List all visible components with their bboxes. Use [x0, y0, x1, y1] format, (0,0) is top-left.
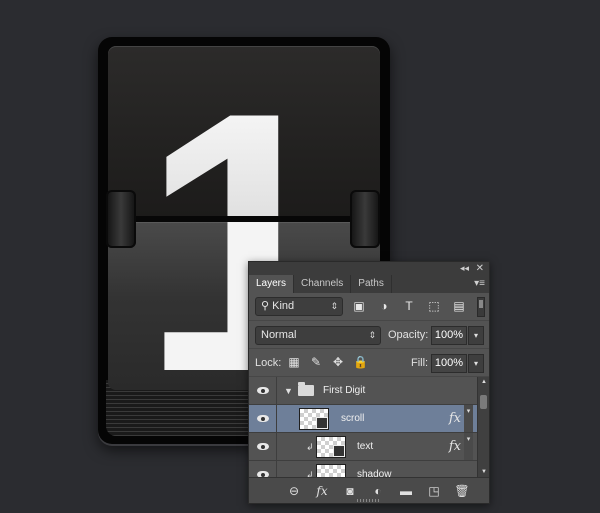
- effects-expand-icon[interactable]: ▾: [464, 405, 473, 432]
- fill-label: Fill:: [411, 357, 429, 369]
- fill-input[interactable]: 100%: [431, 354, 467, 373]
- smart-object-badge-icon: [333, 445, 345, 457]
- lock-row: Lock: ▦ ✎ ✥ 🔒 Fill: 100% ▾: [249, 349, 489, 377]
- panel-footer: ⊖ fx ◙ ◐ ▬ ◳ 🗑: [249, 477, 489, 503]
- layer-thumbnail: [316, 436, 346, 458]
- clipping-mask-icon: ↲: [306, 442, 314, 452]
- smart-object-filter-icon[interactable]: ▤: [451, 298, 467, 314]
- filter-toggle-switch[interactable]: [477, 297, 485, 317]
- shape-layer-filter-icon[interactable]: ⬚: [426, 298, 442, 314]
- layer-thumbnail: [299, 408, 329, 430]
- expand-arrow-icon[interactable]: ▼: [284, 386, 293, 396]
- scroll-down-icon[interactable]: ▼: [481, 469, 487, 475]
- eye-icon: [257, 415, 269, 422]
- layer-name: shadow: [357, 469, 392, 477]
- search-icon: ⚲: [261, 300, 270, 312]
- resize-grip[interactable]: [357, 499, 381, 502]
- layer-row-first-digit[interactable]: ▼ First Digit: [249, 377, 477, 405]
- select-arrow-icon: ⇕: [368, 330, 376, 340]
- scroll-thumb[interactable]: [480, 395, 487, 409]
- double-chevron-right-icon[interactable]: ◂◂: [460, 263, 469, 274]
- opacity-dropdown-icon[interactable]: ▾: [468, 326, 484, 345]
- tab-layers[interactable]: Layers: [249, 275, 295, 293]
- layer-list-scrollbar[interactable]: ▲ ▼: [477, 377, 489, 477]
- smart-object-badge-icon: [316, 417, 328, 429]
- layer-row-scroll[interactable]: scroll fx ▾: [249, 405, 477, 433]
- tab-paths[interactable]: Paths: [351, 275, 392, 293]
- eye-icon: [257, 443, 269, 450]
- fill-dropdown-icon[interactable]: ▾: [468, 354, 484, 373]
- pixel-layer-filter-icon[interactable]: ▣: [351, 298, 367, 314]
- add-layer-style-icon[interactable]: fx: [313, 483, 331, 499]
- close-icon[interactable]: ✕: [476, 263, 484, 274]
- new-adjustment-layer-icon[interactable]: ◐: [369, 483, 387, 499]
- hinge-left: [106, 190, 136, 248]
- visibility-toggle[interactable]: [249, 405, 277, 433]
- layer-effects-icon[interactable]: fx: [449, 411, 461, 426]
- link-layers-icon[interactable]: ⊖: [285, 483, 303, 499]
- lock-transparent-pixels-icon[interactable]: ▦: [287, 355, 301, 369]
- layer-row-shadow[interactable]: ↲ shadow: [249, 461, 477, 477]
- lock-label: Lock:: [255, 357, 282, 369]
- flip-digit-top: 1: [108, 58, 380, 219]
- flip-card-top-half: 1: [108, 46, 380, 218]
- type-layer-filter-icon[interactable]: T: [401, 298, 417, 314]
- panel-titlebar[interactable]: ◂◂ ✕: [249, 262, 489, 275]
- opacity-input[interactable]: 100%: [431, 326, 467, 345]
- add-mask-icon[interactable]: ◙: [341, 483, 359, 499]
- visibility-toggle[interactable]: [249, 461, 277, 477]
- panel-tab-bar: Layers Channels Paths ▾≡: [249, 275, 489, 293]
- lock-all-icon[interactable]: 🔒: [353, 355, 368, 369]
- layer-thumbnail: [316, 464, 346, 477]
- filter-kind-select[interactable]: ⚲ Kind ⇕: [255, 297, 343, 316]
- layer-list[interactable]: ▼ First Digit scroll fx ▾ ↲ text fx ▾ ↲ …: [249, 377, 477, 477]
- layer-row-text[interactable]: ↲ text fx ▾: [249, 433, 477, 461]
- hinge-right: [350, 190, 380, 248]
- visibility-toggle[interactable]: [249, 377, 277, 405]
- adjustment-layer-filter-icon[interactable]: ◑: [376, 298, 392, 314]
- delete-layer-icon[interactable]: 🗑: [453, 483, 471, 499]
- layer-name: text: [357, 441, 374, 452]
- lock-position-icon[interactable]: ✥: [331, 355, 345, 369]
- blend-row: Normal ⇕ Opacity: 100% ▾: [249, 321, 489, 349]
- panel-menu-icon[interactable]: ▾≡: [474, 278, 485, 290]
- select-arrow-icon: ⇕: [330, 301, 338, 311]
- filter-row: ⚲ Kind ⇕ ▣ ◑ T ⬚ ▤: [249, 293, 489, 321]
- scroll-up-icon[interactable]: ▲: [481, 379, 487, 385]
- clipping-mask-icon: ↲: [306, 470, 314, 477]
- tab-channels[interactable]: Channels: [294, 275, 352, 293]
- effects-expand-icon[interactable]: ▾: [464, 433, 473, 460]
- blend-mode-select[interactable]: Normal ⇕: [255, 326, 381, 345]
- flip-card-seam: [108, 216, 380, 222]
- blend-mode-value: Normal: [261, 329, 297, 341]
- layer-effects-icon[interactable]: fx: [449, 439, 461, 454]
- filter-icon-group: ▣ ◑ T ⬚ ▤: [351, 298, 467, 314]
- footer-icon-group: ⊖ fx ◙ ◐ ▬ ◳ 🗑: [285, 483, 471, 499]
- new-layer-icon[interactable]: ◳: [425, 483, 443, 499]
- layer-name: scroll: [341, 413, 365, 424]
- layer-name: First Digit: [323, 385, 366, 396]
- folder-icon: [298, 382, 314, 396]
- opacity-label: Opacity:: [388, 329, 429, 341]
- eye-icon: [257, 387, 269, 394]
- lock-image-pixels-icon[interactable]: ✎: [309, 355, 323, 369]
- new-group-icon[interactable]: ▬: [397, 483, 415, 499]
- layers-panel: ◂◂ ✕ Layers Channels Paths ▾≡ ⚲ Kind ⇕ ▣…: [248, 261, 490, 504]
- filter-kind-label: Kind: [272, 300, 295, 312]
- visibility-toggle[interactable]: [249, 433, 277, 461]
